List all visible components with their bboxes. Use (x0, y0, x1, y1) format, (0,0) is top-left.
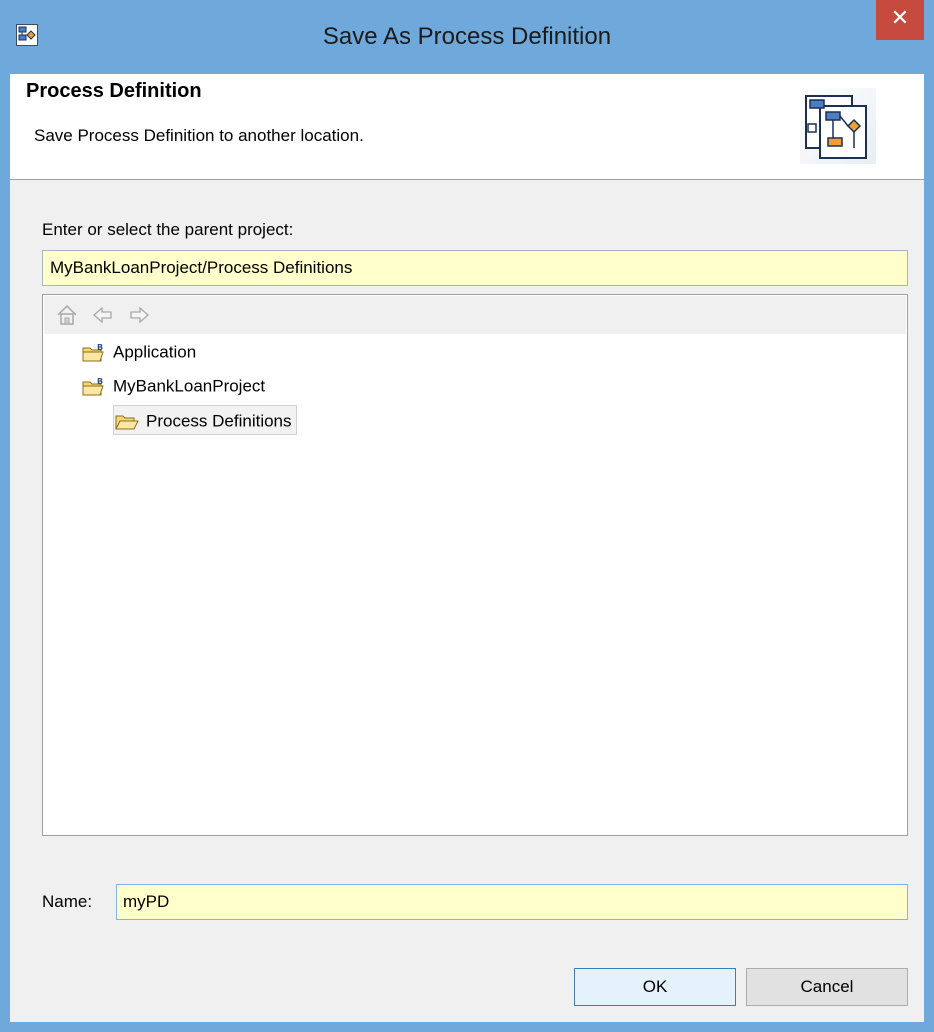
parent-project-label: Enter or select the parent project: (42, 220, 294, 239)
tree-item-label: Process Definitions (146, 411, 292, 431)
open-folder-icon (115, 415, 139, 430)
svg-text:B: B (97, 343, 103, 352)
dialog-window: Save As Process Definition ✕ Process Def… (0, 0, 934, 1032)
forward-arrow-icon[interactable] (126, 302, 152, 328)
cancel-button[interactable]: Cancel (746, 968, 908, 1006)
project-tree[interactable]: B Application B MyBankLoanProject Proces… (42, 294, 908, 836)
process-definition-banner-icon (800, 88, 876, 164)
svg-text:B: B (97, 377, 103, 386)
back-arrow-icon[interactable] (90, 302, 116, 328)
project-folder-icon: B (82, 377, 104, 396)
close-button[interactable]: ✕ (876, 0, 924, 40)
title-bar[interactable]: Save As Process Definition ✕ (0, 0, 934, 74)
header-title: Process Definition (26, 80, 202, 102)
ok-button[interactable]: OK (574, 968, 736, 1006)
window-title: Save As Process Definition (322, 23, 612, 50)
home-icon[interactable] (54, 302, 80, 328)
tree-item-application[interactable]: B Application (81, 337, 196, 367)
tree-toolbar (44, 296, 906, 334)
tree-item-label: Application (113, 342, 197, 362)
close-icon: ✕ (890, 5, 910, 30)
header-description: Save Process Definition to another locat… (34, 126, 364, 145)
name-label: Name: (42, 892, 93, 911)
tree-item-label: MyBankLoanProject (113, 376, 266, 396)
name-input[interactable] (116, 884, 908, 920)
parent-project-input[interactable] (42, 250, 908, 286)
project-folder-icon: B (82, 343, 104, 362)
wizard-header: Process Definition Save Process Definiti… (10, 74, 924, 180)
tree-item-mybankloanproject[interactable]: B MyBankLoanProject (81, 371, 265, 401)
dialog-client-area: Process Definition Save Process Definiti… (10, 74, 924, 1022)
tree-item-process-definitions[interactable]: Process Definitions (113, 405, 297, 435)
